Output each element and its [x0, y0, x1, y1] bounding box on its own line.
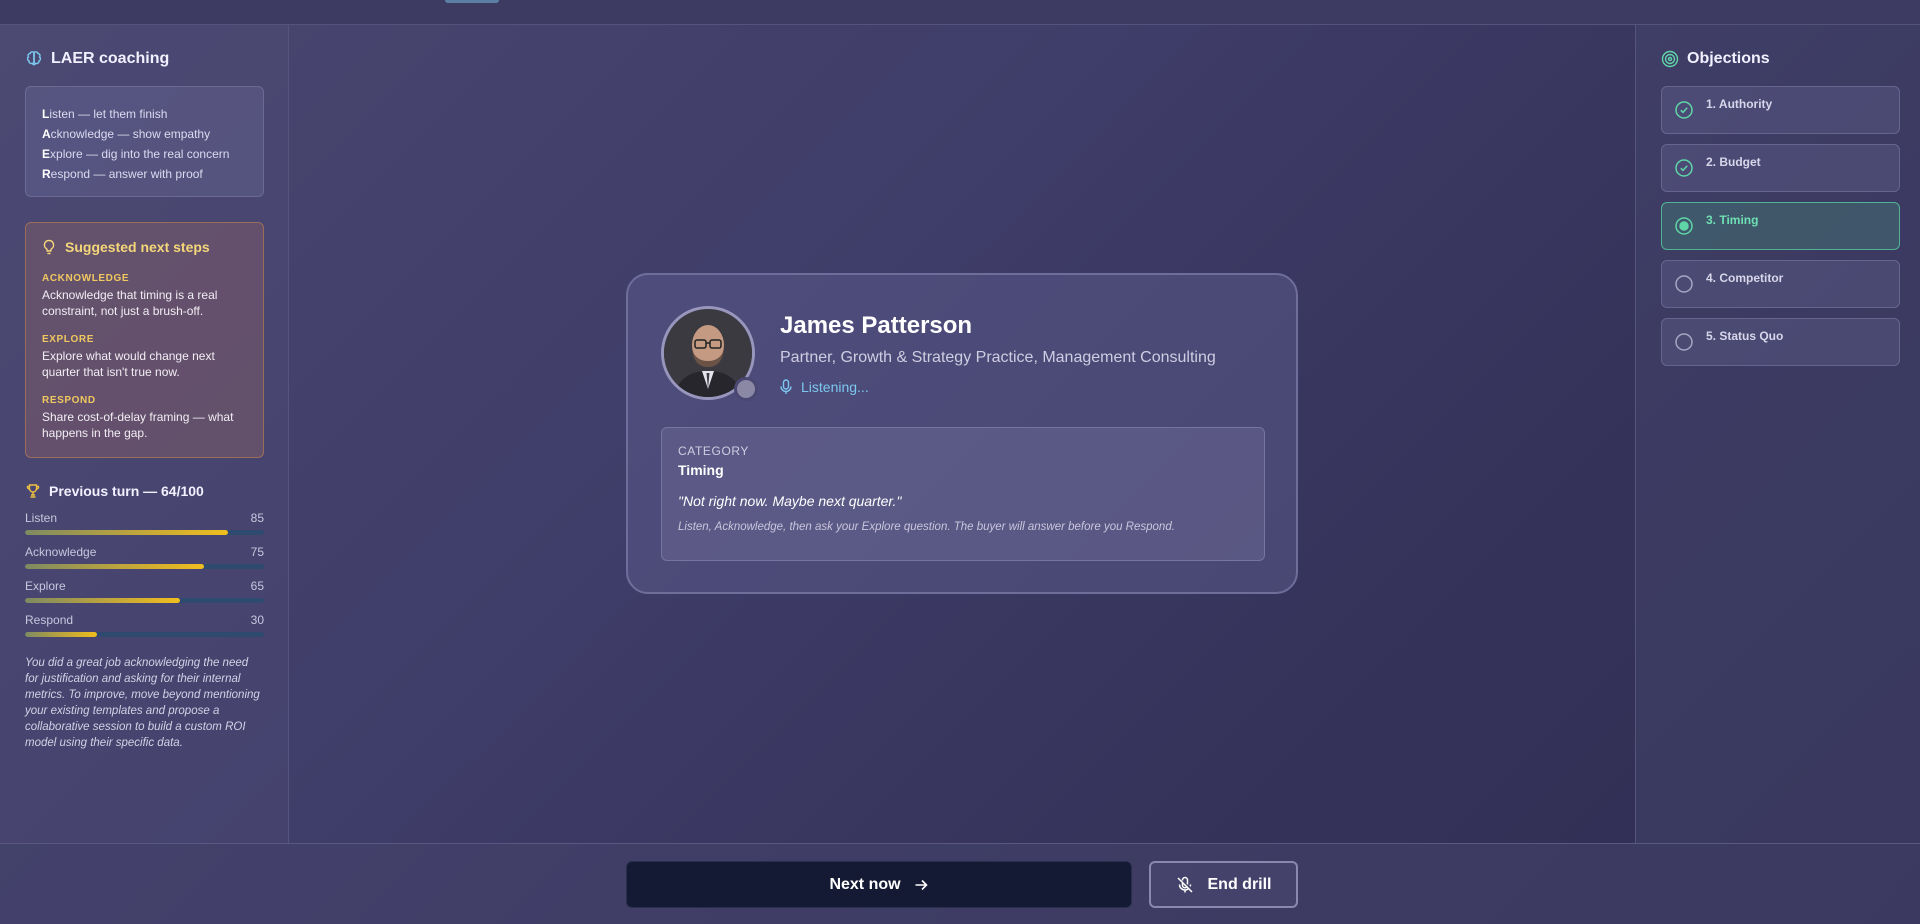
listening-label: Listening...	[801, 379, 869, 395]
suggested-steps-title: Suggested next steps	[65, 239, 210, 255]
objection-label: 1. Authority	[1706, 97, 1773, 111]
score-row-respond: Respond 30	[25, 613, 264, 637]
score-bar-fill	[25, 530, 229, 535]
radio-active-icon	[1674, 216, 1694, 236]
score-bar	[25, 564, 264, 569]
coaching-hint: Listen, Acknowledge, then ask your Explo…	[678, 521, 1175, 533]
laer-reference: Listen — let them finish Acknowledge — s…	[25, 86, 264, 197]
category-value: Timing	[678, 462, 724, 478]
category-label: CATEGORY	[678, 444, 750, 458]
buyer-card: James Patterson Partner, Growth & Strate…	[626, 273, 1298, 594]
coaching-sidebar: LAER coaching Listen — let them finish A…	[0, 25, 289, 843]
objection-item-budget[interactable]: 2. Budget	[1661, 144, 1900, 192]
objection-quote: "Not right now. Maybe next quarter."	[678, 493, 902, 509]
brain-icon	[25, 50, 43, 68]
avatar	[661, 306, 758, 401]
score-label: Acknowledge	[25, 545, 97, 559]
laer-acknowledge: Acknowledge — show empathy	[42, 127, 211, 141]
objection-item-status-quo[interactable]: 5. Status Quo	[1661, 318, 1900, 366]
laer-respond: Respond — answer with proof	[42, 167, 203, 181]
step-label: RESPOND	[42, 395, 96, 406]
step-text: Acknowledge that timing is a real constr…	[42, 288, 218, 318]
step-text: Share cost-of-delay framing — what happe…	[42, 410, 234, 440]
mic-off-icon	[1176, 876, 1194, 894]
next-now-button[interactable]: Next now	[626, 861, 1132, 908]
objection-item-timing[interactable]: 3. Timing	[1661, 202, 1900, 250]
score-value: 85	[250, 511, 264, 525]
step-text: Explore what would change next quarter t…	[42, 349, 215, 379]
trophy-icon	[25, 483, 41, 499]
objections-title: Objections	[1687, 50, 1770, 67]
end-drill-button[interactable]: End drill	[1149, 861, 1298, 908]
empty-circle-icon	[1674, 332, 1694, 352]
score-bar-fill	[25, 598, 181, 603]
active-tab-indicator	[445, 0, 499, 3]
step-label: EXPLORE	[42, 334, 94, 345]
next-now-label: Next now	[829, 875, 901, 893]
objection-item-competitor[interactable]: 4. Competitor	[1661, 260, 1900, 308]
score-bar-fill	[25, 564, 205, 569]
score-row-listen: Listen 85	[25, 511, 264, 535]
score-label: Respond	[25, 613, 74, 627]
end-drill-label: End drill	[1207, 875, 1272, 893]
suggested-steps-header: Suggested next steps	[42, 239, 247, 255]
laer-explore: Explore — dig into the real concern	[42, 147, 230, 161]
step-label: ACKNOWLEDGE	[42, 273, 130, 284]
check-circle-icon	[1674, 158, 1694, 178]
microphone-icon	[780, 379, 792, 395]
listening-status: Listening...	[780, 379, 1216, 395]
objection-label: 3. Timing	[1706, 213, 1759, 227]
coaching-header: LAER coaching	[25, 50, 263, 68]
coaching-title: LAER coaching	[51, 50, 170, 67]
empty-circle-icon	[1674, 274, 1694, 294]
check-circle-icon	[1674, 100, 1694, 120]
score-value: 75	[250, 545, 264, 559]
score-list: Listen 85 Acknowledge 75 Explore 65 Respond…	[25, 511, 264, 637]
previous-turn-title: Previous turn — 64/100	[49, 483, 204, 499]
action-bar: Next now End drill	[0, 843, 1920, 924]
objection-item-authority[interactable]: 1. Authority	[1661, 86, 1900, 134]
buyer-role: Partner, Growth & Strategy Practice, Man…	[780, 349, 1216, 366]
score-row-explore: Explore 65	[25, 579, 264, 603]
score-row-acknowledge: Acknowledge 75	[25, 545, 264, 569]
score-bar	[25, 530, 264, 535]
arrow-right-icon	[913, 877, 929, 893]
objections-sidebar: Objections 1. Authority 2. Budget 3. Tim…	[1635, 25, 1920, 843]
score-bar	[25, 598, 264, 603]
score-label: Listen	[25, 511, 58, 525]
laer-listen: Listen — let them finish	[42, 107, 168, 121]
objection-label: 2. Budget	[1706, 155, 1761, 169]
score-bar-fill	[25, 632, 97, 637]
buyer-name: James Patterson	[780, 312, 973, 339]
score-value: 30	[250, 613, 264, 627]
status-indicator	[734, 377, 758, 401]
previous-turn-header: Previous turn — 64/100	[25, 483, 263, 499]
objection-category: CATEGORY Timing "Not right now. Maybe ne…	[661, 427, 1265, 561]
suggested-steps-panel: Suggested next steps ACKNOWLEDGE Acknowl…	[25, 222, 264, 458]
score-label: Explore	[25, 579, 66, 593]
score-value: 65	[250, 579, 264, 593]
objection-label: 4. Competitor	[1706, 271, 1784, 285]
target-icon	[1661, 50, 1679, 68]
objection-label: 5. Status Quo	[1706, 329, 1784, 343]
top-bar	[0, 0, 1920, 25]
feedback-text: You did a great job acknowledging the ne…	[25, 657, 260, 749]
lightbulb-icon	[42, 239, 56, 255]
score-bar	[25, 632, 264, 637]
objections-header: Objections	[1661, 50, 1899, 68]
